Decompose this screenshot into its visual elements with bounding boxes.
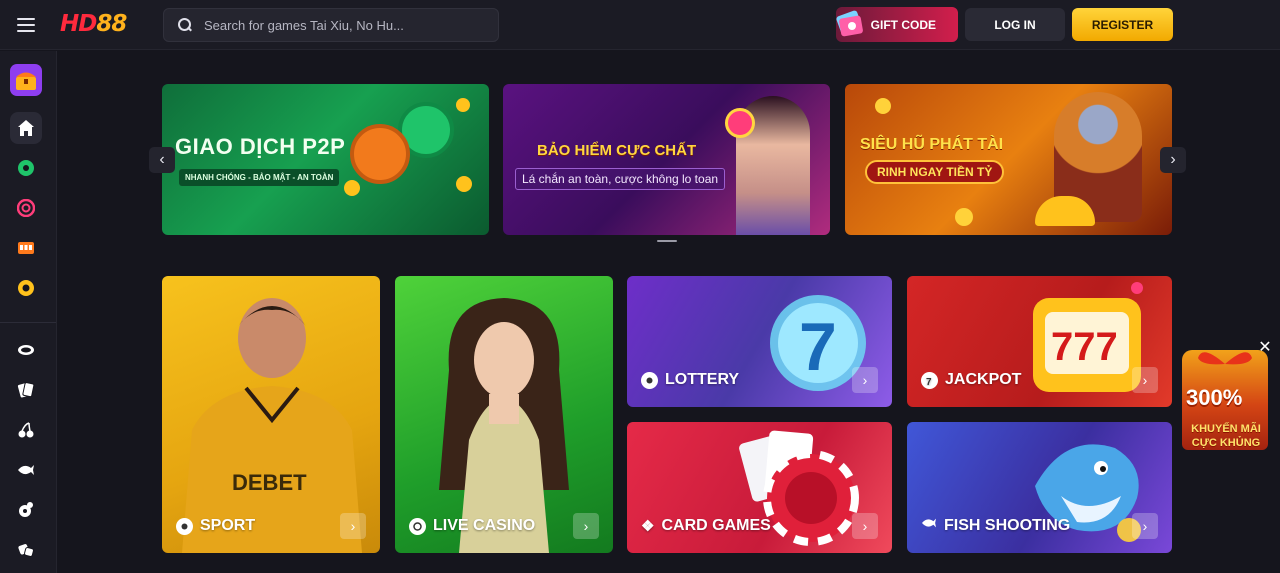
- home-icon[interactable]: [10, 112, 42, 144]
- sidebar-divider: [0, 322, 56, 323]
- gold-coin-icon: [875, 98, 891, 114]
- banner-subtitle: RINH NGAY TIỀN TỶ: [865, 160, 1005, 184]
- fish-icon[interactable]: [10, 454, 42, 486]
- top-bar: HD88 GIFT CODE LOG IN REGISTER: [0, 0, 1280, 50]
- lottery-label: LOTTERY: [641, 371, 739, 389]
- banner-insurance[interactable]: BẢO HIỂM CỰC CHẤT Lá chắn an toàn, cược …: [503, 84, 830, 235]
- chevron-left-icon: ‹: [159, 151, 165, 168]
- playing-cards-icon[interactable]: [10, 374, 42, 406]
- seven-icon: 7: [921, 371, 938, 389]
- soccer-ball-icon: [176, 517, 193, 535]
- banner-p2p[interactable]: GIAO DỊCH P2P NHANH CHÓNG - BẢO MẬT - AN…: [162, 84, 489, 235]
- lottery-ball-icon: [641, 371, 658, 389]
- promo-percent: 300%: [1186, 385, 1243, 410]
- banner-title: BẢO HIỂM CỰC CHẤT: [537, 142, 697, 159]
- gift-code-label: GIFT CODE: [870, 17, 936, 32]
- promo-floating-gift[interactable]: 300% KHUYẾN MÃI CỰC KHỦNG: [1172, 350, 1276, 460]
- banner-subtitle: Lá chắn an toàn, cược không lo toan: [515, 168, 726, 190]
- chevron-right-icon: ›: [1170, 151, 1176, 168]
- cherries-icon[interactable]: [10, 414, 42, 446]
- gift-ticket-icon: [836, 10, 863, 37]
- jackpot-arrow-button[interactable]: ›: [1132, 367, 1158, 393]
- casino-chip-icon: [409, 517, 426, 535]
- bitcoin-icon: [456, 98, 470, 112]
- banner-title: SIÊU HŨ PHÁT TÀI: [860, 136, 1004, 153]
- category-live-casino[interactable]: LIVE CASINO ›: [395, 276, 613, 553]
- casino-chip-icon[interactable]: [10, 192, 42, 224]
- live-casino-label: LIVE CASINO: [409, 517, 535, 535]
- category-lottery[interactable]: 7 LOTTERY ›: [627, 276, 892, 407]
- category-card-games[interactable]: ❖ CARD GAMES ›: [627, 422, 892, 553]
- chevron-right-icon: ›: [583, 518, 589, 534]
- chevron-right-icon: ›: [1142, 372, 1148, 388]
- category-fish-shooting[interactable]: FISH SHOOTING ›: [907, 422, 1172, 553]
- chevron-right-icon: ›: [862, 372, 868, 388]
- banner-jackpot[interactable]: SIÊU HŨ PHÁT TÀI RINH NGAY TIỀN TỶ: [845, 84, 1172, 235]
- carousel-indicator[interactable]: [657, 240, 677, 242]
- close-icon[interactable]: ✕: [1257, 340, 1273, 356]
- gold-coin-icon: [955, 208, 973, 226]
- casino-dealer-image: [439, 298, 569, 553]
- svg-text:7: 7: [799, 309, 837, 385]
- carousel-prev-button[interactable]: ‹: [149, 147, 175, 173]
- svg-text:777: 777: [1051, 325, 1118, 369]
- sport-arrow-button[interactable]: ›: [340, 513, 366, 539]
- card-games-label: ❖ CARD GAMES: [641, 517, 771, 535]
- jackpot-slot-machine-image: 777: [1033, 282, 1143, 392]
- gift-code-button[interactable]: GIFT CODE: [836, 7, 958, 42]
- chevron-right-icon: ›: [350, 518, 356, 534]
- soccer-ball-icon[interactable]: [10, 152, 42, 184]
- shield-icon: [725, 108, 755, 138]
- sport-label: SPORT: [176, 517, 255, 535]
- hamburger-menu-icon[interactable]: [12, 12, 40, 38]
- treasure-chest-icon[interactable]: [10, 64, 42, 96]
- carousel-next-button[interactable]: ›: [1160, 147, 1186, 173]
- svg-text:DEBET: DEBET: [232, 470, 307, 495]
- search-icon: [178, 18, 192, 32]
- chevron-right-icon: ›: [862, 518, 868, 534]
- login-button[interactable]: LOG IN: [965, 8, 1065, 41]
- fish-shooting-arrow-button[interactable]: ›: [1132, 513, 1158, 539]
- category-jackpot[interactable]: 777 7 JACKPOT ›: [907, 276, 1172, 407]
- lottery-ball-icon[interactable]: [10, 272, 42, 304]
- sidebar: [0, 51, 57, 573]
- cockfight-icon[interactable]: [10, 494, 42, 526]
- bitcoin-icon: [456, 176, 472, 192]
- fish-icon: [921, 516, 937, 535]
- chevron-right-icon: ›: [1142, 518, 1148, 534]
- lottery-arrow-button[interactable]: ›: [852, 367, 878, 393]
- card-games-arrow-button[interactable]: ›: [852, 513, 878, 539]
- diamond-cards-icon: ❖: [641, 518, 655, 535]
- banner-subtitle: NHANH CHÓNG - BẢO MẬT - AN TOÀN: [179, 169, 340, 186]
- jackpot-label: 7 JACKPOT: [921, 371, 1021, 389]
- slot-machine-icon[interactable]: [10, 232, 42, 264]
- search-box[interactable]: [163, 8, 499, 42]
- logo[interactable]: HD88: [60, 11, 127, 37]
- live-casino-arrow-button[interactable]: ›: [573, 513, 599, 539]
- register-button[interactable]: REGISTER: [1072, 8, 1173, 41]
- promo-text: KHUYẾN MÃI CỰC KHỦNG: [1191, 423, 1261, 449]
- search-input[interactable]: [204, 17, 484, 33]
- banner-title: GIAO DỊCH P2P: [175, 134, 346, 159]
- bitcoin-icon: [344, 180, 360, 196]
- category-sport[interactable]: DEBET SPORT ›: [162, 276, 380, 553]
- exchange-coin-icon: [350, 124, 410, 184]
- dice-icon[interactable]: [10, 534, 42, 566]
- poker-table-icon[interactable]: [10, 334, 42, 366]
- gift-bow-icon: [1198, 352, 1252, 365]
- fish-shooting-label: FISH SHOOTING: [921, 516, 1070, 535]
- svg-text:7: 7: [926, 377, 932, 386]
